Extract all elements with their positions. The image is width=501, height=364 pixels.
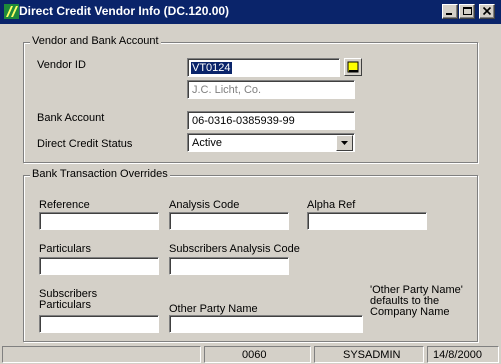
status-user: SYSADMIN [343, 349, 401, 361]
minimize-button[interactable] [442, 4, 458, 19]
close-button[interactable] [479, 4, 495, 19]
bank-account-label: Bank Account [37, 112, 105, 124]
window-title: Direct Credit Vendor Info (DC.120.00) [19, 4, 230, 18]
direct-credit-status-select[interactable]: Active [187, 133, 355, 152]
particulars-field[interactable] [39, 257, 159, 275]
other-party-name-field[interactable] [169, 315, 363, 333]
alpha-ref-field[interactable] [307, 212, 427, 230]
vendor-name-field: J.C. Licht, Co. [187, 80, 355, 99]
direct-credit-status-value: Active [192, 137, 222, 149]
subscribers-analysis-code-label: Subscribers Analysis Code [169, 243, 300, 255]
other-party-note-line3: Company Name [370, 306, 450, 318]
bank-account-field[interactable]: 06-0316-0385939-99 [187, 111, 355, 130]
particulars-label: Particulars [39, 243, 91, 255]
subscribers-particulars-field[interactable] [39, 315, 159, 333]
reference-field[interactable] [39, 212, 159, 230]
application-window: Direct Credit Vendor Info (DC.120.00) Ve… [0, 0, 501, 364]
vendor-bank-group-title: Vendor and Bank Account [30, 35, 161, 47]
status-panel-message [2, 346, 201, 363]
maximize-button[interactable] [459, 4, 475, 19]
close-icon [482, 6, 492, 16]
lookup-icon [347, 61, 359, 73]
status-panel-date: 14/8/2000 [427, 346, 499, 363]
subscribers-particulars-label-line2: Particulars [39, 299, 91, 311]
vendor-lookup-button[interactable] [344, 58, 362, 76]
minimize-icon [446, 13, 452, 15]
status-panel-code: 0060 [204, 346, 311, 363]
other-party-name-label: Other Party Name [169, 303, 258, 315]
analysis-code-field[interactable] [169, 212, 289, 230]
bank-account-value: 06-0316-0385939-99 [192, 115, 295, 127]
status-panel-user: SYSADMIN [314, 346, 424, 363]
title-bar[interactable]: Direct Credit Vendor Info (DC.120.00) [0, 0, 501, 24]
alpha-ref-label: Alpha Ref [307, 199, 356, 211]
subscribers-analysis-code-field[interactable] [169, 257, 289, 275]
vendor-name-value: J.C. Licht, Co. [192, 84, 262, 96]
direct-credit-status-label: Direct Credit Status [37, 138, 133, 150]
vendor-id-field[interactable]: VT0124 [187, 58, 340, 77]
app-icon[interactable] [3, 3, 20, 20]
status-bar: 0060 SYSADMIN 14/8/2000 [0, 344, 501, 364]
vendor-id-label: Vendor ID [37, 59, 86, 71]
maximize-icon [463, 7, 472, 15]
chevron-down-icon [341, 141, 348, 145]
status-dropdown-button[interactable] [336, 135, 353, 151]
status-code: 0060 [242, 349, 267, 361]
vendor-id-value: VT0124 [191, 62, 232, 74]
reference-label: Reference [39, 199, 90, 211]
analysis-code-label: Analysis Code [169, 199, 240, 211]
status-date: 14/8/2000 [433, 349, 482, 361]
bank-overrides-group-title: Bank Transaction Overrides [30, 168, 170, 180]
